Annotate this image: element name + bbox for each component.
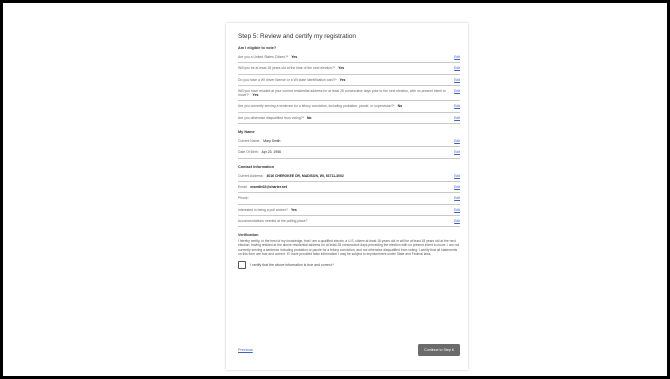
- certify-row: I certify that the above information is …: [238, 260, 460, 269]
- window-frame: Step 5: Review and certify my registrati…: [0, 0, 670, 379]
- question-label: Current Address:: [238, 173, 264, 178]
- review-row: Phone: Edit: [238, 193, 460, 205]
- edit-link[interactable]: Edit: [454, 208, 460, 212]
- review-row: Current Address: 4016 CHEROKEE DR, MADISO…: [238, 171, 460, 182]
- question-label: Are you a United States Citizen?*: [238, 55, 289, 59]
- review-row: Are you currently serving a sentence for…: [238, 101, 460, 113]
- certify-label: I certify that the above information is …: [250, 262, 335, 267]
- page-title: Step 5: Review and certify my registrati…: [238, 33, 356, 40]
- eligibility-heading: Am I eligible to vote?: [238, 46, 277, 50]
- answer-value: Yes: [339, 77, 346, 82]
- my-name-heading: My Name: [238, 130, 255, 135]
- question-label: Are you otherwise disqualified from voti…: [238, 115, 304, 120]
- question-label: Accommodations needed at the polling pla…: [238, 218, 308, 223]
- edit-link[interactable]: Edit: [454, 78, 460, 82]
- certify-checkbox[interactable]: [238, 260, 246, 269]
- review-row: Date Of Birth: Apr 23, 1956 Edit: [238, 147, 460, 159]
- answer-value: Yes: [252, 93, 259, 98]
- answer-value: msmith02@charter.net: [250, 184, 287, 189]
- review-row: Will you be at least 18 years old at the…: [238, 63, 460, 75]
- question-label: Interested in being a poll worker?: [238, 207, 288, 212]
- review-row: Are you a United States Citizen?* Yes Edit: [238, 52, 460, 64]
- edit-link[interactable]: Edit: [454, 150, 460, 154]
- registration-form: Step 5: Review and certify my registrati…: [226, 23, 468, 370]
- question-label: Current Name:: [238, 139, 261, 144]
- answer-value: Mary Smith: [263, 139, 281, 144]
- question-label: Will you be at least 18 years old at the…: [238, 66, 336, 71]
- answer-value: No: [397, 104, 403, 109]
- answer-value: Yes: [338, 66, 345, 71]
- review-row: Interested in being a poll worker? Yes Edi…: [238, 205, 460, 216]
- review-row: Will you have resided at your current re…: [238, 86, 460, 102]
- edit-link[interactable]: Edit: [454, 55, 460, 59]
- review-row: Email: msmith02@charter.net Edit: [238, 182, 460, 194]
- edit-link[interactable]: Edit: [454, 196, 460, 200]
- review-row: Current Name: Mary Smith Edit: [238, 136, 460, 148]
- verification-heading: Verification: [238, 233, 259, 238]
- answer-value: 4016 CHEROKEE DR, MADISON, WI, 53711-300…: [266, 173, 344, 178]
- edit-link[interactable]: Edit: [454, 185, 460, 189]
- continue-button[interactable]: Continue to Step 6: [418, 344, 460, 356]
- previous-link[interactable]: Previous: [238, 348, 253, 352]
- edit-link[interactable]: Edit: [454, 174, 460, 178]
- edit-link[interactable]: Edit: [454, 116, 460, 120]
- eligibility-list: Are you a United States Citizen?* Yes Edit…: [238, 52, 460, 125]
- contact-heading: Contact Information: [238, 164, 275, 169]
- form-content: Step 5: Review and certify my registrati…: [238, 33, 460, 269]
- question-label: Date Of Birth:: [238, 150, 259, 155]
- review-row: Do you have a WI driver license or a WI …: [238, 75, 460, 86]
- answer-value: Yes: [290, 207, 297, 212]
- edit-link[interactable]: Edit: [454, 89, 460, 93]
- question-label: Will you have resided at your current re…: [238, 88, 446, 98]
- answer-value: Apr 23, 1956: [261, 150, 281, 155]
- answer-value: Yes: [291, 55, 298, 59]
- question-label: Phone:: [238, 196, 249, 201]
- question-label: Are you currently serving a sentence for…: [238, 104, 395, 109]
- edit-link[interactable]: Edit: [454, 219, 460, 223]
- question-label: Email:: [238, 184, 248, 189]
- edit-link[interactable]: Edit: [454, 139, 460, 143]
- edit-link[interactable]: Edit: [454, 66, 460, 70]
- verification-text: I hereby certify, to the best of my know…: [238, 239, 460, 256]
- review-row: Are you otherwise disqualified from voti…: [238, 113, 460, 125]
- contact-list: Current Address: 4016 CHEROKEE DR, MADISO…: [238, 171, 460, 228]
- form-footer: Previous Continue to Step 6: [238, 344, 460, 358]
- question-label: Do you have a WI driver license or a WI …: [238, 77, 337, 82]
- answer-value: No: [306, 115, 312, 120]
- name-list: Current Name: Mary Smith Edit Date Of Birth…: [238, 136, 460, 159]
- review-row: Accommodations needed at the polling pla…: [238, 216, 460, 228]
- edit-link[interactable]: Edit: [454, 104, 460, 108]
